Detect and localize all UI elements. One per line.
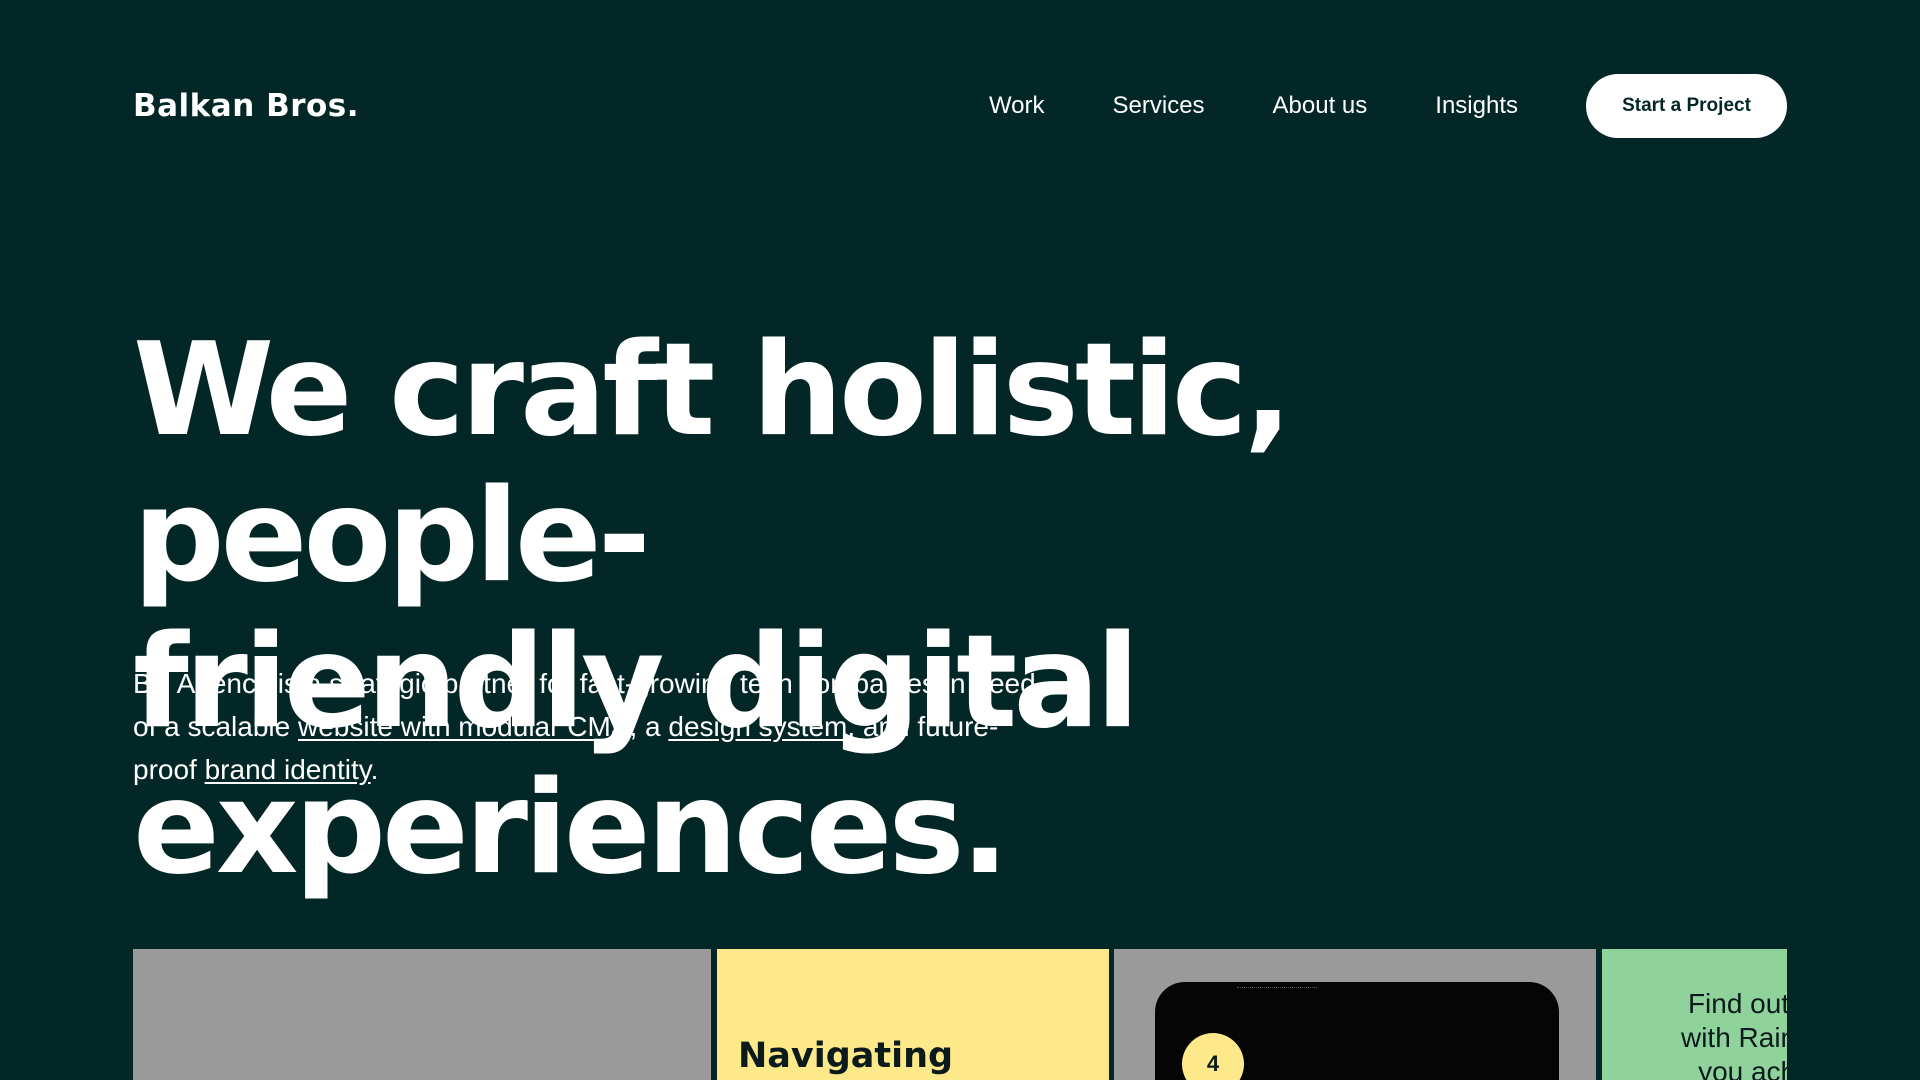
nav-link-insights[interactable]: Insights [1435,92,1518,120]
nav-link-about-us[interactable]: About us [1273,92,1368,120]
nav-link-work[interactable]: Work [989,92,1045,120]
phone-mockup: 4 [1155,982,1559,1080]
hero-intro: BB Agency is a strategic partner for fas… [133,662,1053,791]
main-nav: Work Services About us Insights Start a … [989,74,1787,138]
case-card-4-line-2: with Rainma [1680,1022,1787,1053]
case-card-3[interactable]: 4 [1114,949,1596,1080]
brand-logo[interactable]: Balkan Bros. [133,88,359,124]
start-project-button[interactable]: Start a Project [1586,74,1787,138]
case-card-4-line-3: you achie [1698,1056,1787,1080]
case-card-1[interactable] [133,949,711,1080]
intro-text-2: , a [629,711,669,742]
link-design-system[interactable]: design system [668,711,847,742]
case-study-cards: Navigating 4 Find out ho with Rainma you… [133,949,1787,1080]
link-brand-identity[interactable]: brand identity [205,754,371,785]
site-header: Balkan Bros. Work Services About us Insi… [133,74,1787,138]
nav-link-services[interactable]: Services [1113,92,1205,120]
case-card-2[interactable]: Navigating [717,949,1109,1080]
case-card-4[interactable]: Find out ho with Rainma you achie [1602,949,1787,1080]
step-number-badge: 4 [1182,1033,1244,1080]
intro-text-4: . [370,754,379,785]
case-card-4-text: Find out ho with Rainma you achie [1628,987,1787,1080]
link-website-modular-cms[interactable]: website with modular CMS [298,711,629,742]
phone-notch [1237,982,1317,988]
hero-headline: We craft holistic, people- friendly digi… [133,318,1733,902]
case-card-2-title: Navigating [738,1036,954,1076]
case-card-4-line-1: Find out ho [1687,988,1787,1019]
hero-headline-line-1: We craft holistic, people- [133,316,1292,611]
